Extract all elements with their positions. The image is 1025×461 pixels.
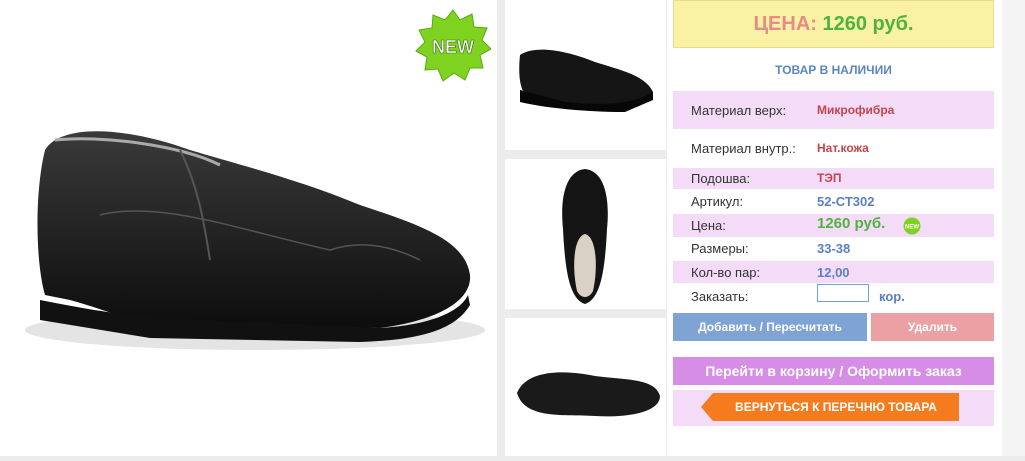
price-header-value: 1260 руб. — [822, 13, 914, 35]
spec-label: Размеры: — [691, 241, 749, 256]
spec-row-material-inner: Материал внутр.: Нат.кожа — [673, 131, 994, 167]
shoe-sole-thumbnail-image — [517, 372, 660, 417]
price-header-label: ЦЕНА: — [753, 13, 817, 35]
order-unit: кор. — [879, 289, 905, 304]
new-badge-text: NEW — [432, 37, 474, 57]
thumbnail-top[interactable] — [505, 159, 666, 309]
spec-row-price: Цена: 1260 руб. NEW — [673, 214, 994, 237]
spec-value: 52-СТ302 — [817, 194, 875, 209]
back-arrow-icon[interactable] — [701, 393, 713, 421]
go-to-cart-button[interactable]: Перейти в корзину / Оформить заказ — [673, 357, 994, 385]
spec-value: Микрофибра — [817, 103, 895, 117]
spec-label: Цена: — [691, 218, 726, 233]
spec-value: 33-38 — [817, 241, 851, 256]
spec-row-sizes: Размеры: 33-38 — [673, 238, 994, 259]
spec-row-pairs-count: Кол-во пар: 12,00 — [673, 261, 994, 283]
mini-new-badge-icon: NEW — [903, 217, 921, 235]
spec-row-material-upper: Материал верх: Микрофибра — [673, 91, 994, 129]
shoe-top-thumbnail-image — [562, 169, 608, 304]
spec-label: Материал верх: — [691, 103, 787, 118]
main-product-photo[interactable]: NEW — [0, 0, 497, 456]
spec-row-sole: Подошва: ТЭП — [673, 168, 994, 189]
right-page-strip — [1002, 0, 1025, 456]
delete-button[interactable]: Удалить — [871, 313, 994, 341]
price-header: ЦЕНА: 1260 руб. — [673, 0, 994, 48]
spec-value: ТЭП — [817, 171, 842, 185]
stock-status: ТОВАР В НАЛИЧИИ — [775, 63, 892, 77]
spec-row-article: Артикул: 52-СТ302 — [673, 191, 994, 212]
spec-value: 1260 руб. — [817, 215, 886, 232]
order-quantity-input[interactable] — [817, 284, 869, 302]
thumbnail-sole[interactable] — [505, 318, 666, 456]
spec-value: 12,00 — [817, 265, 850, 280]
mini-new-badge-text: NEW — [905, 225, 919, 231]
spec-label: Артикул: — [691, 194, 744, 209]
spec-label: Материал внутр.: — [691, 141, 796, 156]
spec-label: Кол-во пар: — [691, 265, 761, 280]
thumbnail-side[interactable] — [505, 0, 666, 150]
add-recalculate-button[interactable]: Добавить / Пересчитать — [673, 313, 867, 341]
spec-row-order: Заказать: кор. — [673, 284, 994, 308]
spec-label: Подошва: — [691, 171, 751, 186]
order-label: Заказать: — [691, 289, 749, 304]
new-badge-icon: NEW — [415, 9, 491, 82]
spec-value: Нат.кожа — [817, 141, 869, 155]
shoe-side-thumbnail-image — [519, 49, 653, 112]
back-to-list-button[interactable]: ВЕРНУТЬСЯ К ПЕРЕЧНЮ ТОВАРА — [713, 393, 959, 421]
